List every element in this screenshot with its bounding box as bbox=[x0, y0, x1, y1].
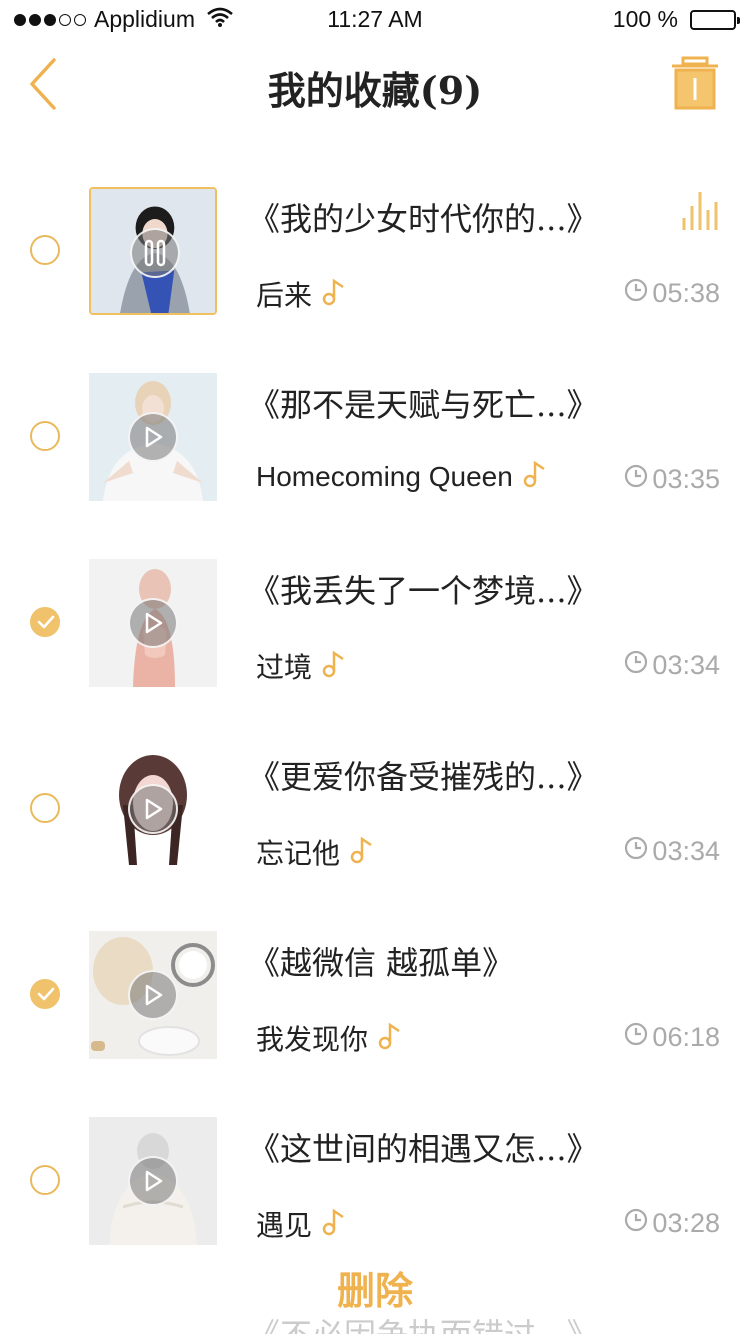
album-thumbnail[interactable] bbox=[89, 1117, 217, 1245]
select-radio[interactable] bbox=[30, 979, 60, 1009]
artist-line: Homecoming Queen bbox=[256, 460, 547, 493]
song-duration: 03:35 bbox=[624, 464, 720, 495]
pause-icon[interactable] bbox=[130, 228, 180, 278]
favorites-list: 《我的少女时代你的...》 后来 05:38 《那不是天赋与死亡...》 Hom… bbox=[0, 140, 750, 1256]
music-note-icon bbox=[350, 836, 374, 869]
clock-icon bbox=[624, 278, 648, 309]
select-radio[interactable] bbox=[30, 793, 60, 823]
trash-button[interactable] bbox=[670, 56, 720, 112]
song-duration: 03:34 bbox=[624, 650, 720, 681]
clock-icon bbox=[624, 836, 648, 867]
play-icon[interactable] bbox=[128, 784, 178, 834]
album-thumbnail[interactable] bbox=[89, 187, 217, 315]
play-icon[interactable] bbox=[128, 1156, 178, 1206]
battery-icon bbox=[690, 9, 740, 30]
music-note-icon bbox=[523, 460, 547, 493]
album-thumbnail[interactable] bbox=[89, 559, 217, 687]
artist-line: 忘记他 bbox=[256, 832, 374, 872]
clock-icon bbox=[624, 464, 648, 495]
music-note-icon bbox=[322, 650, 346, 683]
artist-line: 过境 bbox=[256, 646, 346, 686]
list-item[interactable]: 《越微信 越孤单》 我发现你 06:18 bbox=[0, 884, 750, 1070]
artist-line: 后来 bbox=[256, 274, 346, 314]
artist-name: 遇见 bbox=[256, 1210, 313, 1241]
artist-name: Homecoming Queen bbox=[256, 460, 513, 492]
music-note-icon bbox=[322, 278, 346, 311]
play-icon[interactable] bbox=[128, 598, 178, 648]
duration-text: 05:38 bbox=[652, 278, 720, 308]
clock-icon bbox=[624, 650, 648, 681]
duration-text: 03:34 bbox=[652, 836, 720, 866]
song-duration: 06:18 bbox=[624, 1022, 720, 1053]
clock-icon bbox=[624, 1022, 648, 1053]
status-right: 100 % bbox=[612, 6, 740, 33]
battery-percent: 100 % bbox=[612, 6, 678, 32]
equalizer-icon bbox=[680, 190, 720, 235]
page-title: 我的收藏(9) bbox=[267, 68, 483, 113]
artist-name: 后来 bbox=[256, 280, 313, 311]
song-title: 《这世间的相遇又怎...》 bbox=[248, 1130, 599, 1168]
checkmark-icon bbox=[37, 615, 55, 629]
duration-text: 03:28 bbox=[652, 1208, 720, 1238]
album-thumbnail[interactable] bbox=[89, 745, 217, 873]
album-thumbnail[interactable] bbox=[89, 931, 217, 1059]
song-duration: 03:28 bbox=[624, 1208, 720, 1239]
play-icon[interactable] bbox=[128, 970, 178, 1020]
artist-name: 忘记他 bbox=[256, 838, 341, 869]
artist-line: 我发现你 bbox=[256, 1018, 402, 1058]
song-title: 《越微信 越孤单》 bbox=[248, 944, 515, 982]
select-radio[interactable] bbox=[30, 607, 60, 637]
music-note-icon bbox=[378, 1022, 402, 1055]
song-title: 《我丢失了一个梦境...》 bbox=[248, 572, 599, 610]
nav-bar: 我的收藏(9) bbox=[0, 40, 750, 130]
album-thumbnail[interactable] bbox=[89, 373, 217, 501]
song-title: 《那不是天赋与死亡...》 bbox=[248, 386, 599, 424]
select-radio[interactable] bbox=[30, 1165, 60, 1195]
song-title: 《更爱你备受摧残的...》 bbox=[248, 758, 599, 796]
artist-line: 遇见 bbox=[256, 1204, 346, 1244]
duration-text: 03:35 bbox=[652, 464, 720, 494]
list-item[interactable]: 《这世间的相遇又怎...》 遇见 03:28 bbox=[0, 1070, 750, 1256]
list-item[interactable]: 《那不是天赋与死亡...》 Homecoming Queen 03:35 bbox=[0, 326, 750, 512]
list-item[interactable]: 《我的少女时代你的...》 后来 05:38 bbox=[0, 140, 750, 326]
duration-text: 06:18 bbox=[652, 1022, 720, 1052]
list-item[interactable]: 《我丢失了一个梦境...》 过境 03:34 bbox=[0, 512, 750, 698]
artist-name: 我发现你 bbox=[256, 1024, 369, 1055]
song-title: 《我的少女时代你的...》 bbox=[248, 200, 599, 238]
select-radio[interactable] bbox=[30, 235, 60, 265]
checkmark-icon bbox=[37, 987, 55, 1001]
song-duration: 05:38 bbox=[624, 278, 720, 309]
list-item[interactable]: 《更爱你备受摧残的...》 忘记他 03:34 bbox=[0, 698, 750, 884]
clock-icon bbox=[624, 1208, 648, 1239]
song-duration: 03:34 bbox=[624, 836, 720, 867]
play-icon[interactable] bbox=[128, 412, 178, 462]
delete-button[interactable]: 删除 bbox=[0, 1260, 750, 1315]
select-radio[interactable] bbox=[30, 421, 60, 451]
music-note-icon bbox=[322, 1208, 346, 1241]
duration-text: 03:34 bbox=[652, 650, 720, 680]
trash-icon bbox=[672, 56, 718, 110]
status-bar: Applidium 11:27 AM 100 % bbox=[0, 0, 750, 40]
artist-name: 过境 bbox=[256, 652, 313, 683]
